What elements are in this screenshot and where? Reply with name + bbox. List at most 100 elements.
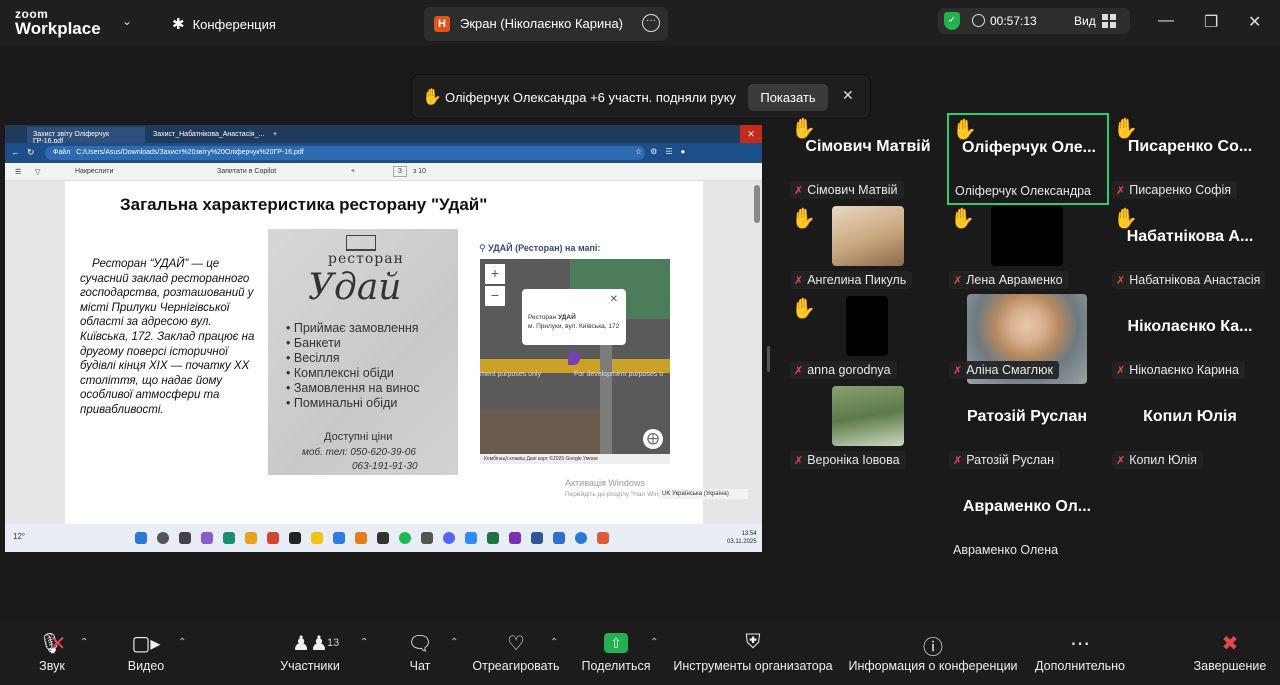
close-icon[interactable]: ✕ <box>610 295 618 305</box>
participant-tile[interactable]: ✋ ✗ Лена Авраменко <box>947 204 1107 294</box>
audio-button[interactable]: 🎙✕ Звук <box>22 621 82 685</box>
participants-button[interactable]: ♟♟ Участники <box>276 621 344 685</box>
app-icon[interactable] <box>201 532 213 544</box>
filter-icon[interactable]: ▽ <box>35 168 40 176</box>
sign-phone-1: моб. тел: 050-620-39-06 <box>302 447 416 458</box>
browser-tab-1[interactable]: Захист звіту Оліферчук ГР-16.pdf <box>27 127 145 145</box>
audio-options-caret[interactable]: ⌃ <box>80 637 88 648</box>
share-button[interactable]: ⇧ Поделиться <box>580 621 652 685</box>
share-options-caret[interactable]: ⌃ <box>650 637 658 648</box>
page-number-input[interactable]: 3 <box>393 166 407 177</box>
zoom-icon[interactable] <box>465 532 477 544</box>
chat-button[interactable]: 🗨 Чат <box>400 621 440 685</box>
show-button[interactable]: Показать <box>748 84 828 111</box>
participant-label: ✗ Лена Авраменко <box>949 271 1069 289</box>
meeting-info-button[interactable]: ⓘ Информация о конференции <box>846 621 1020 685</box>
refresh-icon[interactable]: ↻ <box>27 147 35 158</box>
new-tab-icon[interactable]: + <box>267 127 283 143</box>
participant-tile[interactable]: Копил Юлія ✗ Копил Юлія <box>1110 384 1270 474</box>
participant-name: Копил Юлія <box>1143 408 1237 425</box>
participant-tile[interactable]: Ніколаєнко Ка... ✗ Ніколаєнко Карина <box>1110 294 1270 384</box>
participant-tile[interactable]: ✋ ✗ Ангелина Пикуль <box>788 204 948 294</box>
host-tools-button[interactable]: ⛨ Инструменты организатора <box>672 621 834 685</box>
chevron-down-icon[interactable]: ⌄ <box>122 14 132 28</box>
participant-label: ✗ Писаренко Софія <box>1112 181 1238 199</box>
browser-actions-icon[interactable]: ☆⚙☰● <box>635 147 693 156</box>
map-zoom-out-button[interactable]: − <box>485 286 505 306</box>
screen-share-tab[interactable]: Н Экран (Ніколаєнко Карина) ··· <box>424 7 668 41</box>
pdf-scrollbar[interactable] <box>754 185 760 223</box>
word-icon[interactable] <box>531 532 543 544</box>
participant-label: Оліферчук Олександра <box>955 184 1092 198</box>
participant-tile[interactable]: ✋ Сімович Матвій ✗ Сімович Матвій <box>788 114 948 204</box>
video-button[interactable]: ▢▸ Видео <box>118 621 174 685</box>
shield-icon[interactable]: ✓ <box>944 12 960 30</box>
video-options-caret[interactable]: ⌃ <box>178 637 186 648</box>
meeting-timer: 00:57:13 <box>990 14 1037 28</box>
mic-muted-icon: ✗ <box>953 455 963 467</box>
react-button[interactable]: ♡ Отреагировать <box>470 621 562 685</box>
browser-tabs: Захист звіту Оліферчук ГР-16.pdf Захист_… <box>5 125 762 145</box>
participant-tile-active-speaker[interactable]: ✋ Оліферчук Оле... Оліферчук Олександра <box>947 113 1109 205</box>
excel-icon[interactable] <box>487 532 499 544</box>
participant-tile[interactable]: Авраменко Ол... Авраменко Олена <box>947 474 1107 564</box>
end-meeting-button[interactable]: ✖ Завершение <box>1190 621 1270 685</box>
files-icon[interactable] <box>311 532 323 544</box>
copilot-button[interactable]: Запитати в Copilot <box>217 168 276 175</box>
task-view-icon[interactable] <box>179 532 191 544</box>
mic-muted-icon: ✗ <box>953 275 963 287</box>
search-icon[interactable] <box>157 532 169 544</box>
browser-tab-2[interactable]: Захист_Набатнікова_Анастасія_... <box>147 127 265 143</box>
zoom-in-icon[interactable]: + <box>351 168 355 175</box>
grid-view-icon[interactable] <box>1102 14 1116 28</box>
view-button[interactable]: Вид <box>1074 14 1096 28</box>
participant-video <box>832 206 904 266</box>
participant-tile[interactable]: ✗ Аліна Смаглюк <box>947 294 1107 384</box>
folder-icon[interactable] <box>245 532 257 544</box>
docs-icon[interactable] <box>553 532 565 544</box>
media-icon[interactable] <box>289 532 301 544</box>
share-screen-icon: ⇧ <box>580 621 652 659</box>
pdf-app-icon[interactable] <box>597 532 609 544</box>
url-field[interactable]: Файл C:/Users/Asus/Downloads/Захист%20зв… <box>45 146 645 160</box>
menu-icon[interactable]: ☰ <box>15 168 21 176</box>
locate-icon[interactable]: ⨁ <box>643 429 663 449</box>
discord-icon[interactable] <box>443 532 455 544</box>
app-icon[interactable] <box>421 532 433 544</box>
close-icon[interactable]: ✕ <box>740 125 762 143</box>
participant-tile[interactable]: ✋ Набатнікова А... ✗ Набатнікова Анастасі… <box>1110 204 1270 294</box>
chat-options-caret[interactable]: ⌃ <box>450 637 458 648</box>
zoom-logo[interactable]: zoom Workplace <box>15 8 101 38</box>
onenote-icon[interactable] <box>509 532 521 544</box>
participant-tile[interactable]: ✋ Писаренко Со... ✗ Писаренко Софія <box>1110 114 1270 204</box>
app-icon[interactable] <box>575 532 587 544</box>
participant-tile[interactable]: Ратозій Руслан ✗ Ратозій Руслан <box>947 384 1107 474</box>
back-icon[interactable]: ← <box>11 147 20 157</box>
edge-icon[interactable] <box>223 532 235 544</box>
draw-button[interactable]: Накреслити <box>75 168 113 175</box>
app-icon[interactable] <box>377 532 389 544</box>
minimize-icon[interactable]: — <box>1158 12 1174 30</box>
app-icon[interactable] <box>333 532 345 544</box>
start-icon[interactable] <box>135 532 147 544</box>
close-icon[interactable]: ✕ <box>842 87 854 104</box>
spotify-icon[interactable] <box>399 532 411 544</box>
participant-tile[interactable]: ✋ ✗ anna gorodnya <box>788 294 948 384</box>
restore-icon[interactable]: ❐ <box>1204 12 1218 32</box>
url-text: C:/Users/Asus/Downloads/Захист%20звіту%2… <box>76 149 304 156</box>
more-button[interactable]: ⋯ Дополнительно <box>1032 621 1128 685</box>
close-icon[interactable]: ✕ <box>1248 12 1261 32</box>
conference-button[interactable]: ✱ Конференция <box>172 15 276 33</box>
opera-icon[interactable] <box>267 532 279 544</box>
participant-tile[interactable]: ✗ Вероніка Іовова <box>788 384 948 474</box>
participants-options-caret[interactable]: ⌃ <box>360 637 368 648</box>
map-embed[interactable]: + − ✕ Ресторан УДАЙ м. Прилуки, вул. Киї… <box>480 259 670 464</box>
vlc-icon[interactable] <box>355 532 367 544</box>
map-zoom-in-button[interactable]: + <box>485 264 505 284</box>
weather-widget[interactable]: 12° <box>13 532 25 541</box>
map-marker-icon[interactable] <box>568 351 580 365</box>
split-handle[interactable] <box>767 346 770 372</box>
participant-video <box>846 296 888 356</box>
react-options-caret[interactable]: ⌃ <box>550 637 558 648</box>
more-options-icon[interactable]: ··· <box>642 14 660 32</box>
